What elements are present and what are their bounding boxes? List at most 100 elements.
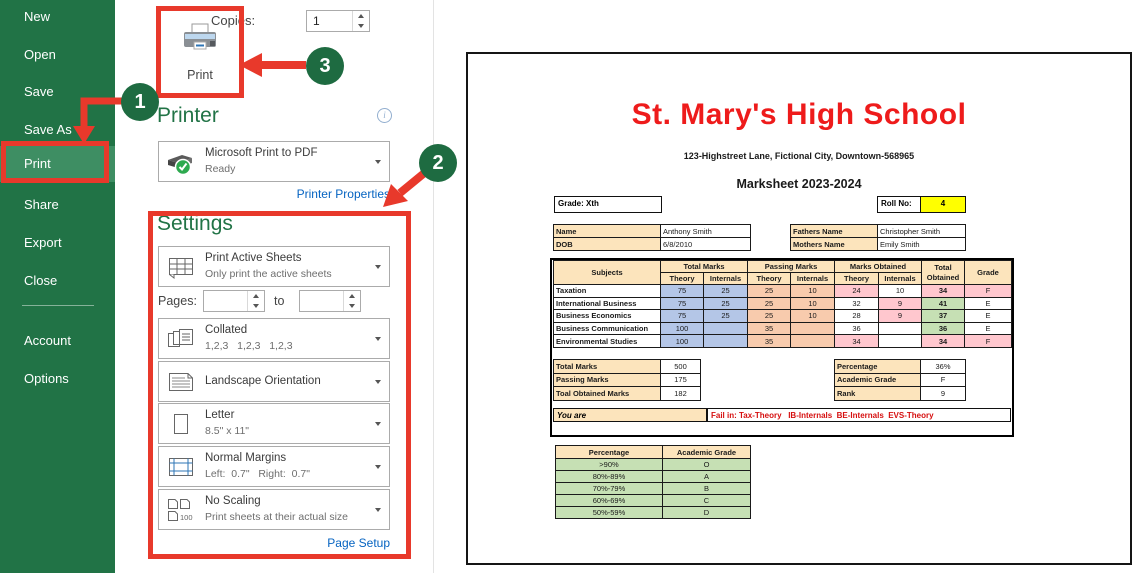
- step-3-arrow-icon: [239, 53, 306, 77]
- subject-cell: Environmental Studies: [553, 334, 661, 348]
- pages-label: Pages:: [158, 294, 197, 308]
- header-sub: Theory: [747, 272, 791, 285]
- setting-subtitle: Print sheets at their actual size: [205, 511, 348, 523]
- setting-title: No Scaling: [205, 495, 261, 507]
- normal-margins-icon: [164, 452, 198, 482]
- sidebar-item-export[interactable]: Export: [0, 228, 115, 258]
- setting-title: Letter: [205, 409, 235, 421]
- setting-dropdown-print-active-sheets[interactable]: Print Active Sheets Only print the active…: [158, 246, 390, 287]
- marks-cell: 75: [660, 309, 704, 323]
- sidebar-item-close[interactable]: Close: [0, 266, 115, 296]
- pages-to-label: to: [274, 294, 285, 308]
- setting-subtitle: Only print the active sheets: [205, 268, 332, 280]
- marks-cell: 10: [790, 309, 835, 323]
- sidebar-item-print[interactable]: Print: [0, 146, 115, 182]
- sidebar-item-save[interactable]: Save: [0, 77, 115, 107]
- copies-label: Copies:: [211, 13, 256, 28]
- marksheet-title: Marksheet 2023-2024: [736, 177, 862, 191]
- copies-input[interactable]: [307, 11, 357, 31]
- summary-right-table: Percentage 36% Academic Grade F Rank 9: [834, 359, 966, 401]
- page-setup-link[interactable]: Page Setup: [158, 536, 390, 550]
- summary-value-cell: 182: [660, 386, 701, 401]
- sidebar-item-account[interactable]: Account: [0, 326, 115, 356]
- subject-cell: Taxation: [553, 284, 661, 298]
- setting-dropdown-collated[interactable]: Collated 1,2,3 1,2,3 1,2,3: [158, 318, 390, 359]
- summary-value-cell: 175: [660, 372, 701, 387]
- school-name: St. Mary's High School: [631, 98, 967, 131]
- marks-cell: 35: [747, 321, 791, 336]
- pages-to-stepper[interactable]: [299, 290, 361, 312]
- roll-no-value-cell: 4: [920, 196, 966, 213]
- setting-dropdown-landscape-orientation[interactable]: Landscape Orientation: [158, 361, 390, 402]
- no-scaling-icon: 100: [164, 495, 198, 525]
- print-active-sheets-icon: [164, 252, 198, 282]
- sidebar-item-open[interactable]: Open: [0, 40, 115, 70]
- copies-stepper[interactable]: [306, 10, 370, 32]
- print-preview-page: St. Mary's High School 123-Highstreet La…: [466, 52, 1132, 565]
- printer-heading: Printer: [157, 104, 219, 127]
- header-total-obtained: Total Obtained: [921, 260, 965, 285]
- chevron-down-icon: [375, 380, 381, 384]
- sidebar-divider: [22, 305, 94, 306]
- summary-label-cell: Passing Marks: [553, 372, 661, 387]
- printer-large-icon: [180, 23, 220, 62]
- info-value-cell: Anthony Smith: [660, 224, 751, 238]
- step-2-badge: 2: [419, 144, 457, 182]
- copies-up-button[interactable]: [353, 11, 369, 21]
- pages-from-down-button[interactable]: [248, 301, 264, 311]
- setting-dropdown-no-scaling[interactable]: 100 No Scaling Print sheets at their actua…: [158, 489, 390, 530]
- settings-heading: Settings: [157, 212, 233, 235]
- marks-cell: 25: [747, 309, 791, 323]
- header-marks-obtained: Marks Obtained: [834, 260, 922, 273]
- sidebar-item-save-as[interactable]: Save As: [0, 115, 115, 145]
- grade-scale-grade-cell: B: [662, 482, 751, 495]
- info-icon[interactable]: i: [377, 108, 392, 123]
- pages-to-up-button[interactable]: [344, 291, 360, 301]
- summary-value-cell: 9: [920, 386, 966, 401]
- marks-cell: 10: [790, 296, 835, 311]
- copies-down-button[interactable]: [353, 21, 369, 31]
- marks-cell: 35: [747, 334, 791, 348]
- sidebar-item-share[interactable]: Share: [0, 190, 115, 220]
- chevron-down-icon: [375, 265, 381, 269]
- setting-title: Collated: [205, 324, 248, 336]
- sidebar-item-options[interactable]: Options: [0, 364, 115, 394]
- chevron-down-icon: [375, 160, 381, 164]
- marks-cell: 25: [703, 284, 748, 298]
- pages-from-up-button[interactable]: [248, 291, 264, 301]
- grade-scale-range-cell: 50%-59%: [555, 506, 663, 519]
- grade-cell: Grade: Xth: [554, 196, 662, 213]
- setting-dropdown-normal-margins[interactable]: Normal Margins Left: 0.7" Right: 0.7": [158, 446, 390, 487]
- marks-cell: 34: [834, 334, 879, 348]
- setting-title: Print Active Sheets: [205, 252, 302, 264]
- summary-label-cell: Academic Grade: [834, 372, 921, 387]
- marks-cell: 36: [834, 321, 879, 336]
- grade-scale-grade-cell: A: [662, 470, 751, 483]
- marks-cell: [703, 321, 748, 336]
- sidebar-item-new[interactable]: New: [0, 2, 115, 32]
- marks-cell: 25: [747, 296, 791, 311]
- marks-cell: 34: [921, 284, 965, 298]
- roll-no-label-cell: Roll No:: [877, 196, 921, 213]
- grade-scale-range-cell: 70%-79%: [555, 482, 663, 495]
- up-arrow-icon: [349, 294, 355, 298]
- summary-value-cell: 36%: [920, 359, 966, 374]
- down-arrow-icon: [349, 304, 355, 308]
- subject-cell: Business Communication: [553, 321, 661, 336]
- pages-to-down-button[interactable]: [344, 301, 360, 311]
- printer-properties-link[interactable]: Printer Properties: [158, 187, 390, 201]
- up-arrow-icon: [253, 294, 259, 298]
- marks-table: Subjects Total Marks Passing Marks Marks Ob…: [553, 260, 1012, 348]
- chevron-down-icon: [375, 422, 381, 426]
- pages-from-stepper[interactable]: [203, 290, 265, 312]
- marks-cell: 9: [878, 309, 922, 323]
- setting-dropdown-paper-size-letter[interactable]: Letter 8.5" x 11": [158, 403, 390, 444]
- header-sub: Internals: [703, 272, 748, 285]
- printer-device-icon: [164, 147, 198, 177]
- marks-cell: E: [964, 296, 1012, 311]
- grade-scale-grade-cell: O: [662, 458, 751, 471]
- sidebar: New Open Save Save As Print Share Export Close A…: [0, 0, 115, 573]
- printer-selector-dropdown[interactable]: Microsoft Print to PDF Ready: [158, 141, 390, 182]
- info-label-cell: Fathers Name: [790, 224, 878, 238]
- grade-scale-range-cell: >90%: [555, 458, 663, 471]
